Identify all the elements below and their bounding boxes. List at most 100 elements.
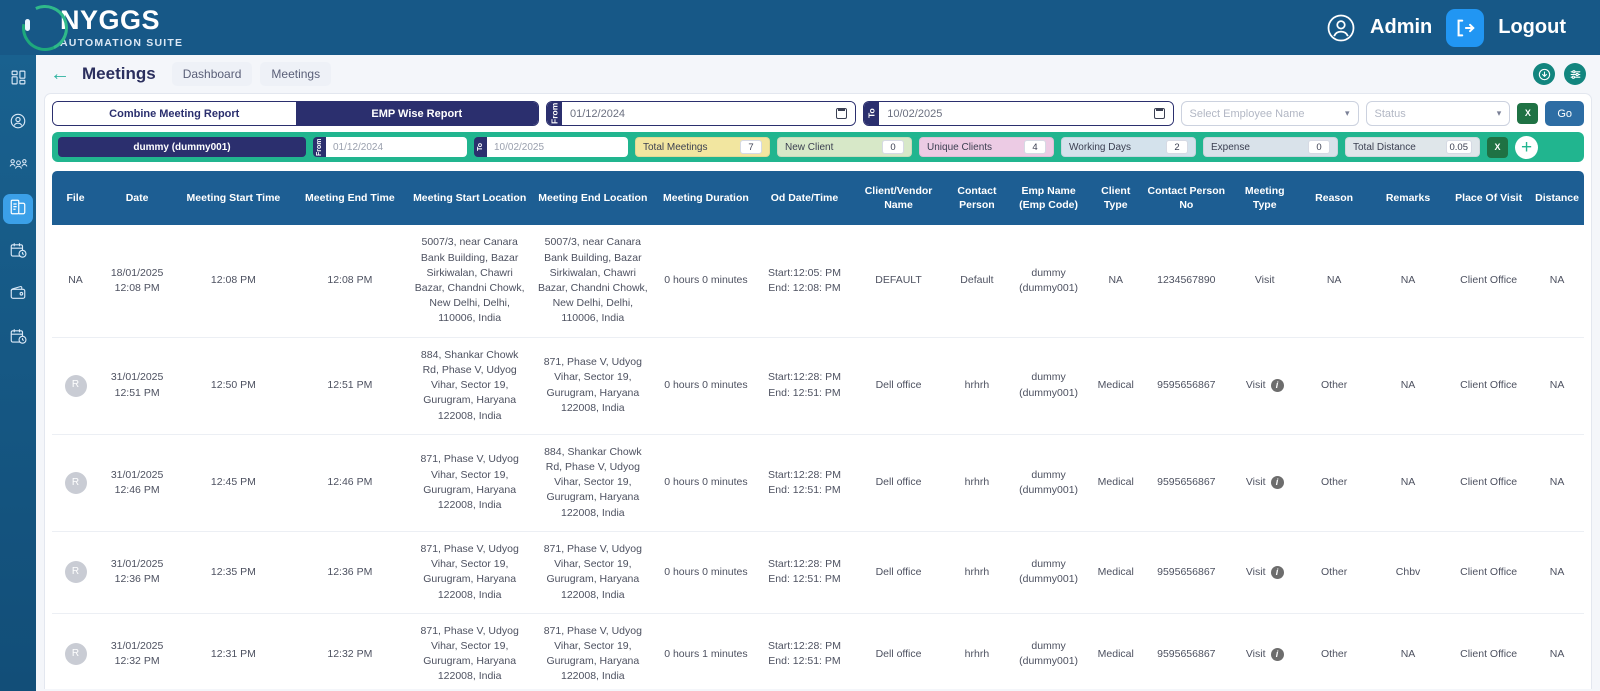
meetings-table: File Date Meeting Start Time Meeting End… xyxy=(52,171,1584,689)
breadcrumb-meetings[interactable]: Meetings xyxy=(260,62,332,86)
client-vendor-name-cell: DEFAULT xyxy=(851,225,946,338)
od-datetime-cell: Start:12:28: PM End: 12:51: PM xyxy=(757,531,852,614)
download-circle-icon[interactable] xyxy=(1533,63,1555,85)
contact-person-no-cell: 1234567890 xyxy=(1142,225,1230,338)
col-meeting-type: Meeting Type xyxy=(1229,171,1300,226)
reason-cell: NA xyxy=(1299,225,1369,338)
add-meeting-button[interactable]: + xyxy=(1515,135,1538,159)
brand-name: NYGGS xyxy=(60,4,161,35)
logout-icon[interactable] xyxy=(1446,8,1485,47)
back-arrow-icon[interactable]: ← xyxy=(50,64,70,84)
stat-label: Unique Clients xyxy=(927,141,993,153)
stat-total-meetings: Total Meetings 7 xyxy=(635,137,770,157)
info-icon[interactable]: i xyxy=(1270,379,1284,393)
meeting-end-location-cell: 871, Phase V, Udyog Vihar, Sector 19, Gu… xyxy=(531,531,655,614)
stat-label: Working Days xyxy=(1069,141,1132,153)
employee-select[interactable]: Select Employee Name ▾ xyxy=(1180,101,1359,126)
meeting-type-cell: Visit i xyxy=(1229,434,1300,532)
breadcrumb-dashboard[interactable]: Dashboard xyxy=(171,62,253,86)
table-row[interactable]: R 31/01/2025 12:32 PM 12:31 PM 12:32 PM 871,… xyxy=(52,613,1584,689)
employee-tag[interactable]: dummy (dummy001) xyxy=(58,137,306,157)
col-remarks: Remarks xyxy=(1368,171,1448,226)
avatar[interactable]: R xyxy=(64,643,87,666)
reason-cell: Other xyxy=(1299,434,1369,532)
user-avatar-icon[interactable] xyxy=(1326,13,1356,43)
stat-value: 0 xyxy=(1308,140,1330,154)
meeting-start-time-cell: 12:50 PM xyxy=(175,337,292,435)
reason-cell: Other xyxy=(1299,613,1369,689)
sidebar-item-profile[interactable] xyxy=(3,108,33,138)
col-contact-person: Contact Person xyxy=(945,171,1009,226)
table-row[interactable]: NA 18/01/2025 12:08 PM 12:08 PM 12:08 PM 500… xyxy=(52,225,1584,338)
calendar-icon[interactable] xyxy=(836,108,848,119)
stats-to-value[interactable]: 10/02/2025 xyxy=(487,137,628,157)
meeting-type-value: Visit i xyxy=(1246,378,1284,393)
stats-from-label: From xyxy=(313,137,326,157)
date-cell: 31/01/2025 12:36 PM xyxy=(99,531,176,614)
excel-export-icon[interactable]: X xyxy=(1517,103,1539,124)
meeting-start-time-cell: 12:35 PM xyxy=(175,531,292,614)
client-vendor-name-cell: Dell office xyxy=(851,337,946,435)
col-meeting-end-location: Meeting End Location xyxy=(531,171,655,226)
stat-expense: Expense 0 xyxy=(1203,137,1338,157)
filter-sliders-icon[interactable] xyxy=(1564,63,1586,85)
sidebar-item-expense[interactable] xyxy=(3,280,33,310)
avatar[interactable]: R xyxy=(64,561,87,584)
top-bar: NYGGS AUTOMATION SUITE Admin Logout xyxy=(0,0,1600,60)
reason-cell: Other xyxy=(1299,531,1369,614)
avatar[interactable]: R xyxy=(64,374,87,397)
remarks-cell: NA xyxy=(1368,434,1448,532)
client-vendor-name-cell: Dell office xyxy=(851,434,946,532)
contact-person-no-cell: 9595656867 xyxy=(1142,613,1230,689)
client-type-cell: Medical xyxy=(1088,531,1143,614)
sidebar-item-leave[interactable] xyxy=(3,323,33,353)
contact-person-cell: Default xyxy=(945,225,1009,338)
info-icon[interactable]: i xyxy=(1270,476,1284,490)
sidebar-item-dashboard[interactable] xyxy=(3,65,33,95)
from-date-group: From 01/12/2024 xyxy=(546,101,857,126)
calendar-icon[interactable] xyxy=(1153,108,1165,119)
logout-label[interactable]: Logout xyxy=(1498,16,1566,39)
distance-cell: NA xyxy=(1530,613,1584,689)
from-date-input[interactable]: 01/12/2024 xyxy=(562,102,856,125)
table-header: File Date Meeting Start Time Meeting End… xyxy=(52,171,1584,226)
to-date-input[interactable]: 10/02/2025 xyxy=(879,102,1173,125)
meetings-panel: Combine Meeting Report EMP Wise Report F… xyxy=(44,93,1592,689)
sidebar-item-team[interactable] xyxy=(3,151,33,181)
tab-combine-meeting-report[interactable]: Combine Meeting Report xyxy=(53,102,296,125)
od-datetime-cell: Start:12:28: PM End: 12:51: PM xyxy=(757,337,852,435)
contact-person-cell: hrhrh xyxy=(945,337,1009,435)
sidebar-item-attendance[interactable] xyxy=(3,237,33,267)
brand-logo[interactable]: NYGGS AUTOMATION SUITE xyxy=(12,0,183,60)
from-date-label: From xyxy=(547,102,562,125)
table-row[interactable]: R 31/01/2025 12:46 PM 12:45 PM 12:46 PM 871,… xyxy=(52,434,1584,532)
place-of-visit-cell: Client Office xyxy=(1447,531,1531,614)
info-icon[interactable]: i xyxy=(1270,565,1284,579)
client-type-cell: Medical xyxy=(1088,337,1143,435)
meetings-table-wrapper: File Date Meeting Start Time Meeting End… xyxy=(52,171,1584,689)
client-type-cell: NA xyxy=(1088,225,1143,338)
table-body: NA 18/01/2025 12:08 PM 12:08 PM 12:08 PM 500… xyxy=(52,225,1584,689)
meeting-duration-cell: 0 hours 0 minutes xyxy=(654,225,758,338)
meeting-start-time-cell: 12:45 PM xyxy=(175,434,292,532)
table-row[interactable]: R 31/01/2025 12:51 PM 12:50 PM 12:51 PM 884,… xyxy=(52,337,1584,435)
table-row[interactable]: R 31/01/2025 12:36 PM 12:35 PM 12:36 PM 871,… xyxy=(52,531,1584,614)
from-date-value: 01/12/2024 xyxy=(570,107,626,120)
col-client-type: Client Type xyxy=(1088,171,1143,226)
stats-from-value[interactable]: 01/12/2024 xyxy=(326,137,467,157)
avatar[interactable]: R xyxy=(64,471,87,494)
status-select[interactable]: Status ▾ xyxy=(1365,101,1511,126)
info-icon[interactable]: i xyxy=(1270,647,1284,661)
meeting-start-time-cell: 12:31 PM xyxy=(175,613,292,689)
go-button[interactable]: Go xyxy=(1545,101,1585,126)
stat-unique-clients: Unique Clients 4 xyxy=(919,137,1054,157)
admin-label[interactable]: Admin xyxy=(1370,16,1432,39)
to-date-group: To 10/02/2025 xyxy=(863,101,1174,126)
tab-emp-wise-report[interactable]: EMP Wise Report xyxy=(295,102,538,125)
excel-export-icon[interactable]: X xyxy=(1487,136,1508,158)
sidebar-item-reports[interactable] xyxy=(3,194,33,224)
calendar-clock-icon xyxy=(9,327,27,350)
excel-glyph: X xyxy=(1524,108,1531,118)
emp-name-cell: dummy (dummy001) xyxy=(1008,337,1089,435)
stat-label: New Client xyxy=(785,141,834,153)
